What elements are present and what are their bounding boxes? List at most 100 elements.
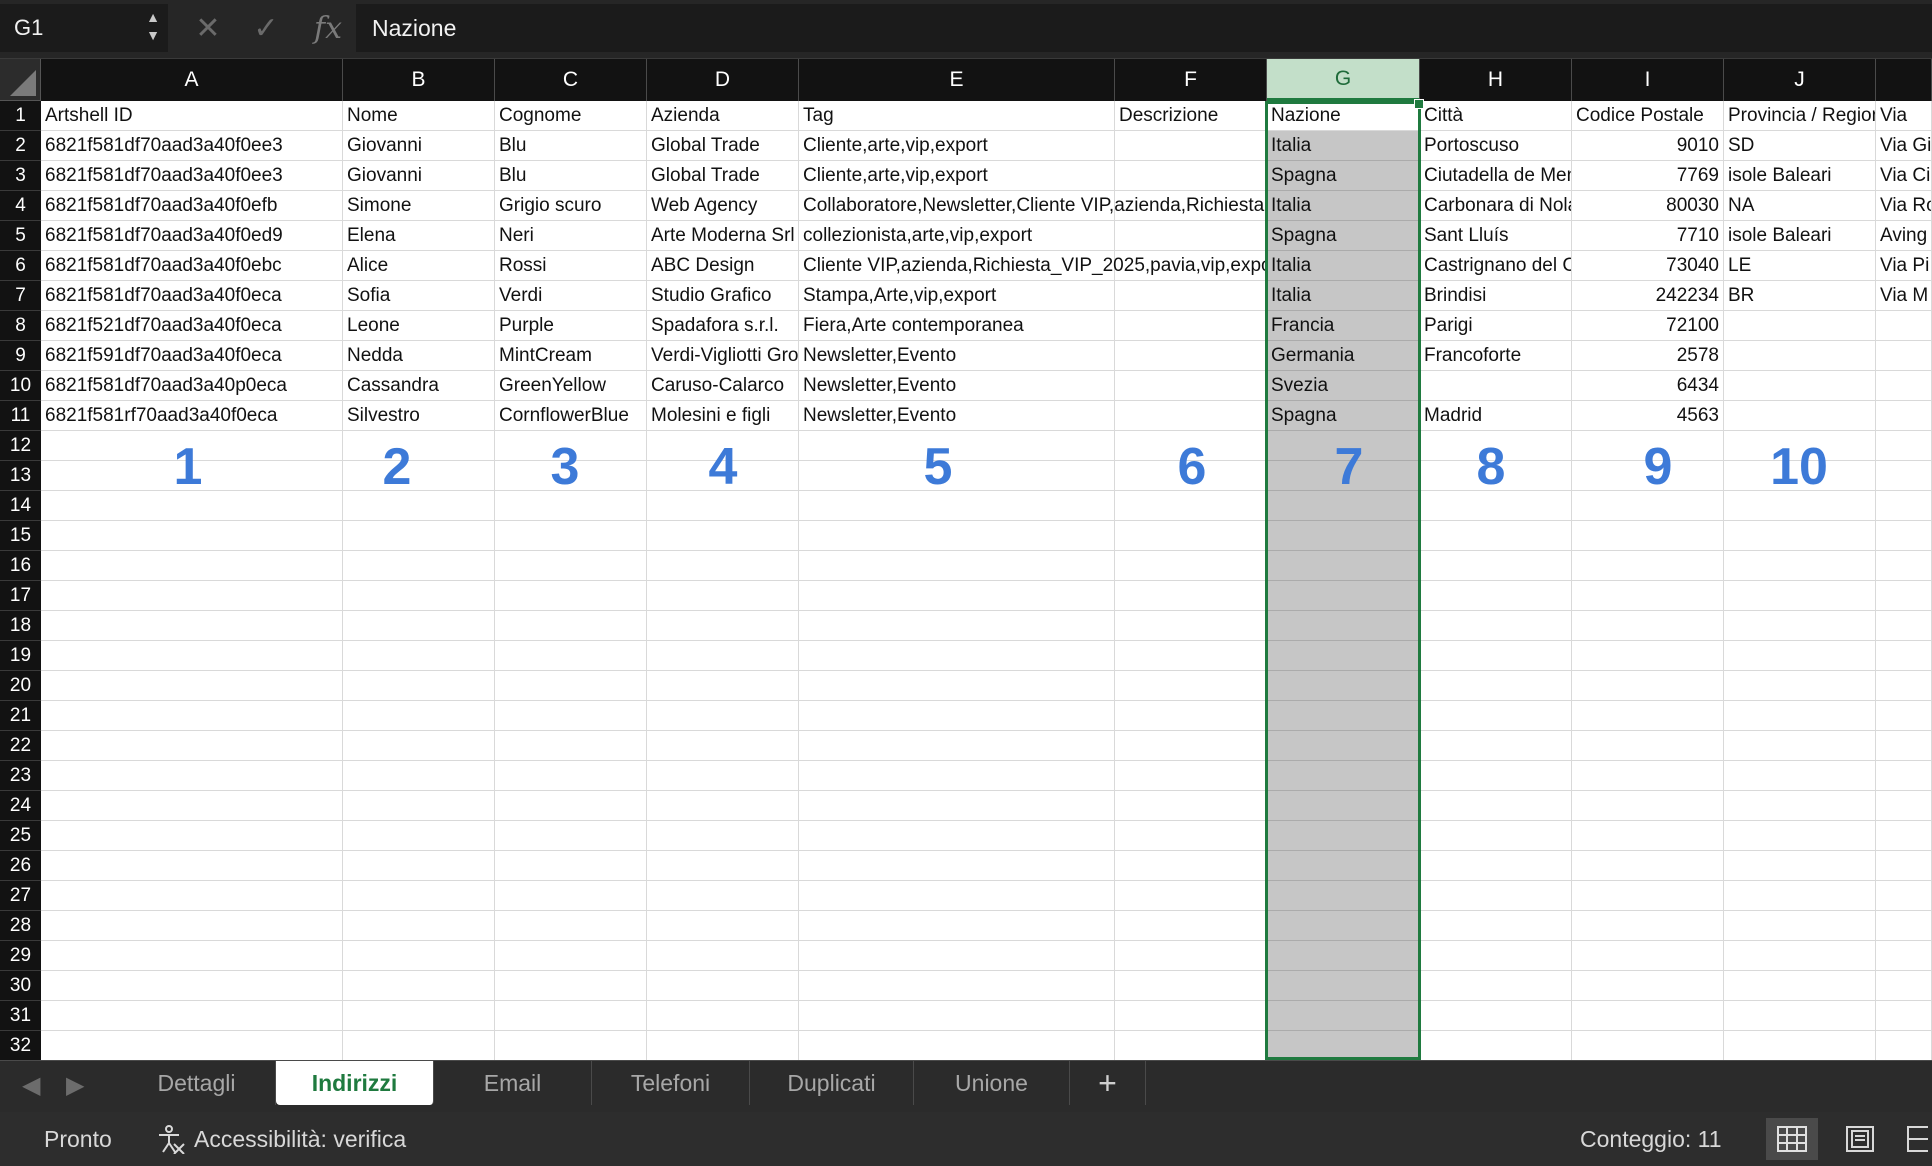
cell-tag[interactable] <box>799 1001 1115 1031</box>
cell-codice-postale[interactable]: 4563 <box>1572 401 1724 431</box>
cell-via[interactable] <box>1876 431 1932 461</box>
cell-tag[interactable] <box>799 641 1115 671</box>
cell-via[interactable] <box>1876 821 1932 851</box>
cell-via[interactable] <box>1876 371 1932 401</box>
insert-function-icon[interactable]: fx <box>308 8 348 48</box>
cell-citta[interactable]: Francoforte <box>1420 341 1572 371</box>
cell-citta[interactable] <box>1420 821 1572 851</box>
cell-provincia[interactable] <box>1724 851 1876 881</box>
accessibility-check[interactable]: Accessibilità: verifica <box>156 1124 406 1154</box>
cell-codice-postale[interactable]: 9010 <box>1572 131 1724 161</box>
cell-provincia[interactable] <box>1724 551 1876 581</box>
cell-via[interactable] <box>1876 971 1932 1001</box>
cell-tag[interactable] <box>799 821 1115 851</box>
cell-tag[interactable] <box>799 1031 1115 1060</box>
cell-artshell-id[interactable] <box>41 911 343 941</box>
cell-artshell-id[interactable]: 6821f581df70aad3a40f0ed9 <box>41 221 343 251</box>
cell-citta[interactable] <box>1420 521 1572 551</box>
cell-via[interactable]: Via Gi <box>1876 131 1932 161</box>
cell-azienda[interactable] <box>647 1031 799 1060</box>
column-header-a[interactable]: A <box>41 59 343 101</box>
cell-codice-postale[interactable] <box>1572 611 1724 641</box>
cell-azienda[interactable] <box>647 1001 799 1031</box>
cell-via[interactable] <box>1876 521 1932 551</box>
column-header-c[interactable]: C <box>495 59 647 101</box>
cell-citta[interactable] <box>1420 671 1572 701</box>
cell-cognome[interactable] <box>495 851 647 881</box>
cell-tag[interactable]: Stampa,Arte,vip,export <box>799 281 1115 311</box>
cell-via[interactable]: Via Pi <box>1876 251 1932 281</box>
cell-descrizione[interactable] <box>1115 881 1267 911</box>
cell-artshell-id[interactable] <box>41 701 343 731</box>
cell-nome[interactable] <box>343 1031 495 1060</box>
cell-azienda[interactable]: Spadafora s.r.l. <box>647 311 799 341</box>
cell-cognome[interactable]: CornflowerBlue <box>495 401 647 431</box>
cell-citta[interactable]: Città <box>1420 101 1572 131</box>
cell-artshell-id[interactable]: 6821f581df70aad3a40p0eca <box>41 371 343 401</box>
row-header[interactable]: 5 <box>0 221 41 251</box>
column-header-k[interactable] <box>1876 59 1932 101</box>
cell-citta[interactable] <box>1420 971 1572 1001</box>
cell-via[interactable] <box>1876 881 1932 911</box>
cell-nome[interactable] <box>343 881 495 911</box>
cell-tag[interactable]: Newsletter,Evento <box>799 401 1115 431</box>
cell-nazione[interactable] <box>1267 701 1420 731</box>
cell-codice-postale[interactable] <box>1572 911 1724 941</box>
cell-provincia[interactable] <box>1724 791 1876 821</box>
row-header[interactable]: 19 <box>0 641 41 671</box>
column-header-g[interactable]: G <box>1267 59 1420 101</box>
cell-tag[interactable]: collezionista,arte,vip,export <box>799 221 1115 251</box>
cell-cognome[interactable] <box>495 701 647 731</box>
cell-citta[interactable] <box>1420 581 1572 611</box>
cell-provincia[interactable] <box>1724 371 1876 401</box>
row-header[interactable]: 6 <box>0 251 41 281</box>
cell-tag[interactable] <box>799 521 1115 551</box>
cell-via[interactable] <box>1876 311 1932 341</box>
row-header[interactable]: 11 <box>0 401 41 431</box>
cell-azienda[interactable]: Molesini e figli <box>647 401 799 431</box>
cell-artshell-id[interactable] <box>41 551 343 581</box>
row-header[interactable]: 20 <box>0 671 41 701</box>
cell-citta[interactable] <box>1420 1031 1572 1060</box>
cell-descrizione[interactable] <box>1115 221 1267 251</box>
cell-via[interactable] <box>1876 551 1932 581</box>
cell-nazione[interactable] <box>1267 611 1420 641</box>
row-header[interactable]: 29 <box>0 941 41 971</box>
cell-artshell-id[interactable] <box>41 461 343 491</box>
cell-via[interactable] <box>1876 761 1932 791</box>
cell-cognome[interactable]: Grigio scuro <box>495 191 647 221</box>
cell-artshell-id[interactable] <box>41 791 343 821</box>
fill-handle[interactable] <box>1414 99 1424 109</box>
cell-nazione[interactable] <box>1267 911 1420 941</box>
cell-cognome[interactable] <box>495 821 647 851</box>
cell-nazione[interactable]: Svezia <box>1267 371 1420 401</box>
cell-tag[interactable] <box>799 971 1115 1001</box>
cell-citta[interactable] <box>1420 431 1572 461</box>
cell-descrizione[interactable] <box>1115 161 1267 191</box>
cell-artshell-id[interactable] <box>41 431 343 461</box>
cell-provincia[interactable] <box>1724 311 1876 341</box>
cell-via[interactable] <box>1876 941 1932 971</box>
cell-cognome[interactable] <box>495 491 647 521</box>
cell-provincia[interactable] <box>1724 911 1876 941</box>
cell-tag[interactable] <box>799 551 1115 581</box>
cell-citta[interactable]: Madrid <box>1420 401 1572 431</box>
cell-via[interactable] <box>1876 611 1932 641</box>
add-sheet-button[interactable]: + <box>1070 1061 1146 1105</box>
column-header-d[interactable]: D <box>647 59 799 101</box>
cell-citta[interactable] <box>1420 461 1572 491</box>
cell-nome[interactable] <box>343 461 495 491</box>
cell-azienda[interactable] <box>647 431 799 461</box>
confirm-icon[interactable]: ✓ <box>248 8 284 48</box>
cell-azienda[interactable] <box>647 881 799 911</box>
cell-nazione[interactable] <box>1267 791 1420 821</box>
cell-azienda[interactable] <box>647 731 799 761</box>
cell-via[interactable]: Aving <box>1876 221 1932 251</box>
cell-descrizione[interactable] <box>1115 341 1267 371</box>
cell-citta[interactable] <box>1420 881 1572 911</box>
cell-tag[interactable] <box>799 911 1115 941</box>
cell-via[interactable]: Via Ci <box>1876 161 1932 191</box>
cell-via[interactable] <box>1876 1001 1932 1031</box>
cell-provincia[interactable] <box>1724 941 1876 971</box>
cell-codice-postale[interactable] <box>1572 851 1724 881</box>
